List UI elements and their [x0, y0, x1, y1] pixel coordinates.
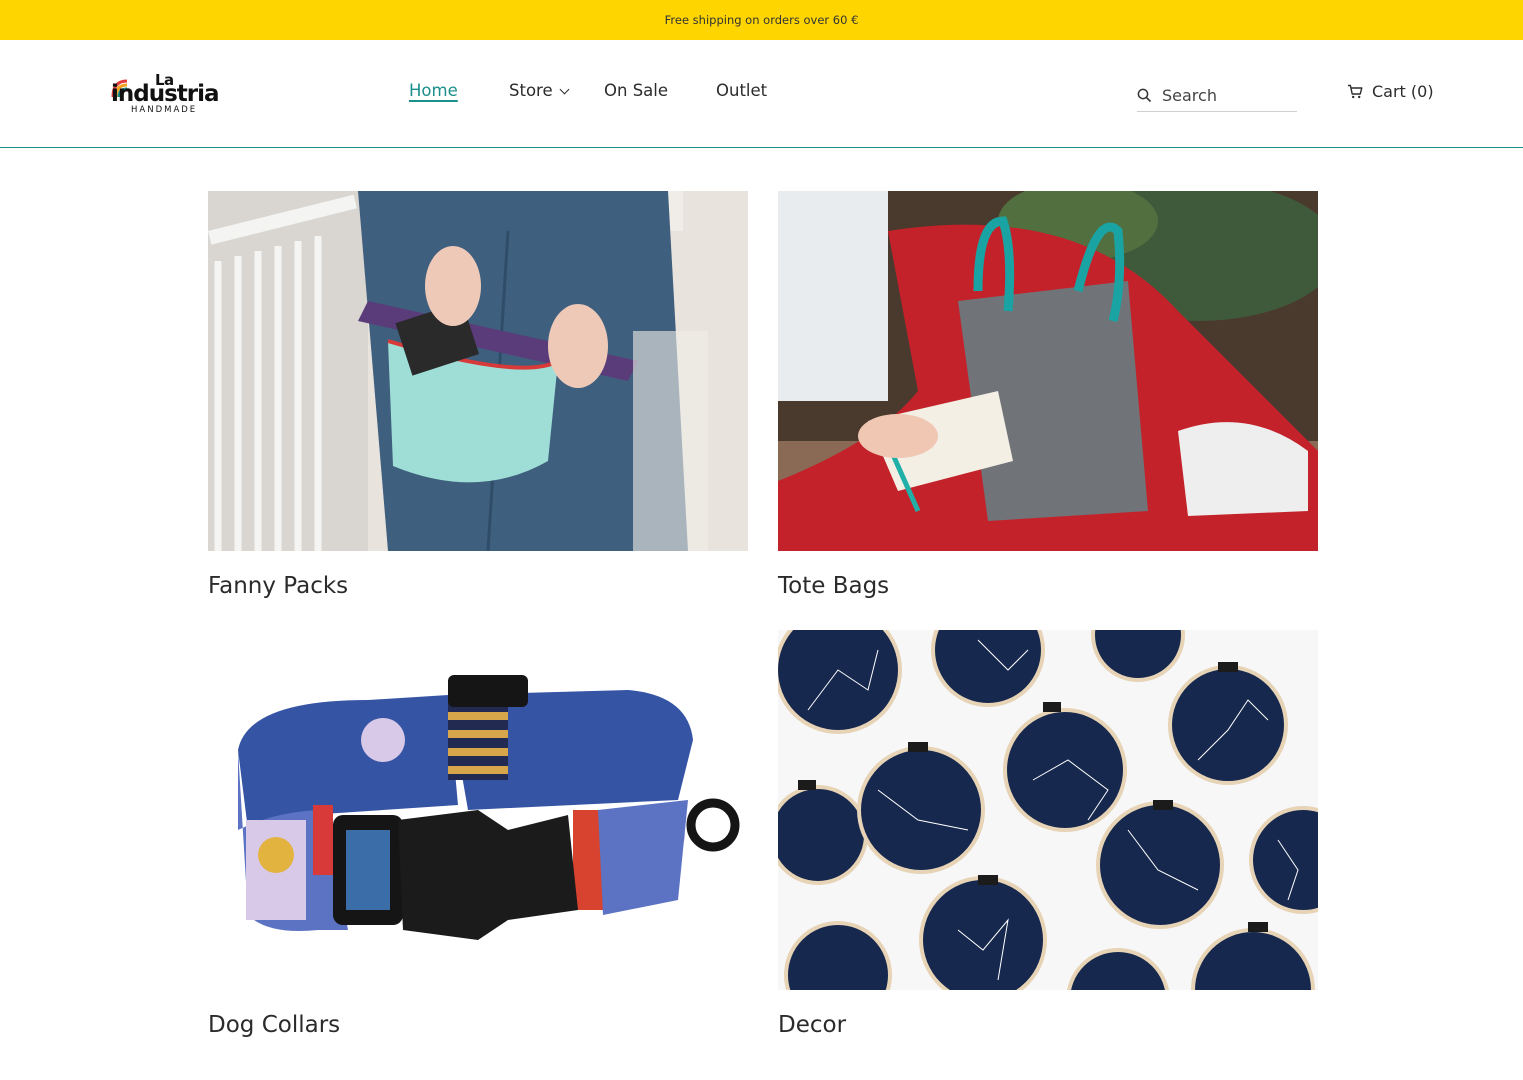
search-input[interactable] — [1162, 86, 1287, 105]
search-box — [1137, 80, 1297, 112]
nav-store-label: Store — [509, 81, 553, 100]
category-card-dog-collars[interactable]: Dog Collars — [208, 630, 748, 1038]
category-card-fanny-packs[interactable]: Fanny Packs — [208, 191, 748, 599]
nav-outlet[interactable]: Outlet — [716, 81, 767, 100]
category-title: Tote Bags — [778, 573, 890, 599]
cart-link[interactable]: Cart (0) — [1347, 82, 1434, 101]
logo-subtitle: HANDMADE — [131, 105, 198, 115]
site-header: La industria HANDMADE Home Store On Sale… — [0, 40, 1523, 148]
announcement-bar: Free shipping on orders over 60 € — [0, 0, 1523, 40]
site-logo[interactable]: La industria HANDMADE — [111, 71, 231, 117]
nav-on-sale[interactable]: On Sale — [604, 81, 668, 100]
decor-image — [778, 630, 1318, 990]
dog-collars-image — [208, 630, 748, 990]
category-title: Decor — [778, 1012, 847, 1038]
category-title: Dog Collars — [208, 1012, 341, 1038]
announcement-text: Free shipping on orders over 60 € — [664, 13, 859, 27]
logo-wordmark: industria — [111, 81, 220, 107]
cart-label: Cart (0) — [1372, 82, 1434, 101]
cart-icon — [1348, 84, 1363, 99]
nav-store[interactable]: Store — [509, 81, 570, 100]
category-card-tote-bags[interactable]: Tote Bags — [778, 191, 1318, 599]
tote-bags-image — [778, 191, 1318, 551]
category-title: Fanny Packs — [208, 573, 349, 599]
chevron-down-icon — [559, 84, 570, 95]
category-card-decor[interactable]: Decor — [778, 630, 1318, 1038]
search-icon — [1137, 88, 1152, 103]
fanny-packs-image — [208, 191, 748, 551]
nav-home[interactable]: Home — [409, 81, 458, 100]
